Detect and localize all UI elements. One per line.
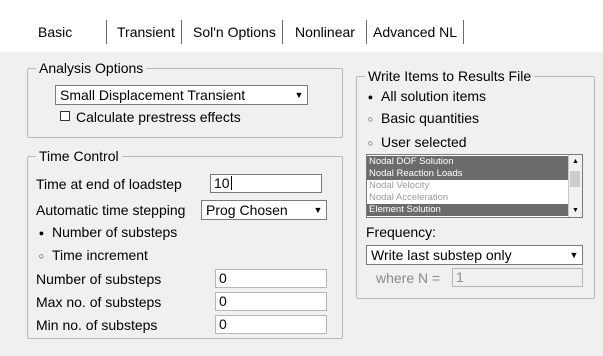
tab-nonlinear-label: Nonlinear: [295, 24, 355, 40]
tab-basic[interactable]: Basic: [32, 20, 108, 44]
scroll-up-icon[interactable]: ▲: [569, 155, 582, 168]
tab-advanced-nl-label: Advanced NL: [373, 24, 458, 40]
list-item[interactable]: Nodal Velocity: [367, 180, 573, 192]
tab-transient[interactable]: Transient: [111, 20, 182, 44]
time-control-title: Time Control: [36, 147, 122, 165]
results-items-listbox[interactable]: Nodal DOF Solution Nodal Reaction Loads …: [366, 154, 583, 218]
radio-user-selected-label: User selected: [381, 134, 467, 150]
radio-user-selected[interactable]: ○ User selected: [365, 133, 467, 152]
write-items-group: Write Items to Results File ● All solutio…: [356, 67, 595, 299]
tab-soln-options-label: Sol'n Options: [193, 24, 276, 40]
write-items-title: Write Items to Results File: [365, 67, 535, 85]
radio-empty-icon: ○: [367, 138, 374, 148]
tab-advanced-nl[interactable]: Advanced NL: [366, 20, 465, 44]
frequency-dropdown[interactable]: Write last substep only ▼: [366, 245, 583, 265]
time-end-label: Time at end of loadstep: [36, 176, 182, 192]
where-n-input[interactable]: 1: [452, 268, 583, 287]
max-substeps-input[interactable]: 0: [215, 292, 327, 311]
list-item-label: Nodal Velocity: [369, 180, 430, 191]
num-substeps-value: 0: [219, 270, 227, 286]
radio-basic-quantities-label: Basic quantities: [381, 110, 480, 126]
list-item-label: Nodal Acceleration: [369, 192, 449, 203]
tab-bar: Basic Transient Sol'n Options Nonlinear …: [0, 0, 603, 52]
auto-step-dropdown[interactable]: Prog Chosen ▼: [201, 200, 327, 220]
radio-selected-icon: ●: [38, 228, 45, 238]
scroll-down-icon[interactable]: ▼: [569, 204, 582, 217]
time-control-group: Time Control Time at end of loadstep 10 …: [27, 147, 343, 339]
radio-num-substeps-label: Number of substeps: [52, 224, 178, 240]
auto-step-label: Automatic time stepping: [36, 202, 186, 218]
radio-time-increment-label: Time increment: [52, 247, 148, 263]
prestress-checkbox[interactable]: Calculate prestress effects: [60, 108, 241, 126]
min-substeps-input[interactable]: 0: [215, 315, 327, 334]
frequency-value: Write last substep only: [371, 247, 512, 263]
num-substeps-input[interactable]: 0: [215, 269, 327, 288]
analysis-type-value: Small Displacement Transient: [60, 87, 246, 103]
radio-empty-icon: ○: [38, 251, 45, 261]
prestress-label: Calculate prestress effects: [76, 109, 241, 125]
radio-selected-icon: ●: [367, 92, 374, 102]
text-caret: [230, 176, 232, 190]
radio-all-items[interactable]: ● All solution items: [365, 87, 486, 106]
analysis-type-dropdown[interactable]: Small Displacement Transient ▼: [55, 85, 308, 105]
radio-num-substeps[interactable]: ● Number of substeps: [36, 223, 178, 242]
list-item[interactable]: Nodal Acceleration: [367, 192, 573, 204]
max-substeps-label: Max no. of substeps: [36, 294, 162, 310]
radio-time-increment[interactable]: ○ Time increment: [36, 246, 148, 265]
listbox-scrollbar[interactable]: ▲ ▼: [568, 155, 582, 217]
scroll-thumb[interactable]: [570, 171, 580, 187]
list-item[interactable]: Nodal DOF Solution: [367, 156, 573, 168]
auto-step-value: Prog Chosen: [206, 202, 288, 218]
analysis-options-title: Analysis Options: [36, 59, 147, 77]
list-item[interactable]: Nodal Reaction Loads: [367, 168, 573, 180]
time-end-input[interactable]: 10: [210, 174, 322, 193]
where-n-value: 1: [456, 269, 464, 285]
frequency-label: Frequency:: [366, 224, 437, 240]
tab-basic-label: Basic: [38, 24, 73, 40]
max-substeps-value: 0: [219, 293, 227, 309]
list-item-label: Element Solution: [369, 204, 441, 215]
chevron-down-icon: ▼: [569, 250, 579, 260]
chevron-down-icon: ▼: [313, 205, 323, 215]
tab-soln-options[interactable]: Sol'n Options: [187, 20, 283, 44]
list-item[interactable]: Element Solution: [367, 204, 573, 216]
solution-controls-panel: Basic Transient Sol'n Options Nonlinear …: [0, 0, 603, 356]
num-substeps-label: Number of substeps: [36, 271, 162, 287]
radio-empty-icon: ○: [367, 114, 374, 124]
checkbox-box: [60, 111, 70, 121]
time-end-value: 10: [214, 175, 230, 191]
min-substeps-value: 0: [219, 316, 227, 332]
analysis-options-group: Analysis Options Small Displacement Tran…: [27, 59, 343, 138]
where-n-label: where N =: [376, 270, 441, 286]
chevron-down-icon: ▼: [294, 90, 304, 100]
tab-transient-label: Transient: [117, 24, 175, 40]
radio-all-items-label: All solution items: [381, 88, 487, 104]
tab-nonlinear[interactable]: Nonlinear: [289, 20, 361, 44]
list-item-label: Nodal Reaction Loads: [369, 168, 463, 179]
list-item-label: Nodal DOF Solution: [369, 156, 454, 167]
radio-basic-quantities[interactable]: ○ Basic quantities: [365, 109, 479, 128]
min-substeps-label: Min no. of substeps: [36, 317, 158, 333]
